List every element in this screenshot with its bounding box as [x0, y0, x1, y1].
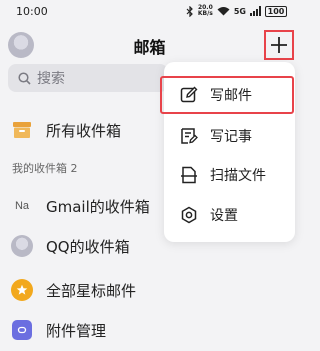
- compose-icon: [180, 86, 198, 103]
- menu-item-compose[interactable]: 写邮件: [160, 76, 294, 114]
- menu-item-label: 写邮件: [210, 88, 252, 104]
- gmail-account-avatar: Na: [14, 200, 30, 212]
- menu-item-label: 设置: [210, 208, 238, 224]
- menu-item-note[interactable]: 写记事: [164, 117, 295, 155]
- add-menu: 写邮件 写记事 扫描文件 设置: [160, 62, 295, 242]
- search-input[interactable]: 搜索: [8, 64, 168, 92]
- gear-icon: [181, 206, 197, 224]
- list-item-starred[interactable]: 全部星标邮件: [0, 272, 299, 308]
- qq-account-avatar: [10, 234, 34, 258]
- list-item-label: 所有收件箱: [46, 121, 122, 140]
- bluetooth-icon: [186, 5, 193, 17]
- scan-file-icon: [181, 166, 197, 184]
- plus-icon: [271, 37, 287, 53]
- menu-item-label: 扫描文件: [210, 168, 266, 184]
- attachment-icon: [10, 318, 34, 342]
- note-icon: [181, 128, 198, 144]
- star-icon: [10, 278, 34, 302]
- list-item-label: 全部星标邮件: [46, 281, 137, 300]
- status-icons: 20.0 KB/s 5G 100: [186, 5, 287, 17]
- page-title: 邮箱: [133, 38, 166, 57]
- wifi-icon: [217, 7, 230, 16]
- search-placeholder: 搜索: [37, 71, 65, 87]
- add-button[interactable]: [264, 30, 294, 60]
- menu-item-settings[interactable]: 设置: [164, 196, 295, 234]
- menu-item-label: 写记事: [210, 129, 252, 145]
- inbox-icon: [10, 118, 34, 142]
- signal-icon: [250, 6, 261, 16]
- list-item-label: 附件管理: [46, 321, 107, 340]
- signal-label: 5G: [233, 6, 246, 16]
- status-bar: 10:00 20.0 KB/s 5G 100: [0, 0, 299, 22]
- list-item-attachments[interactable]: 附件管理: [0, 312, 299, 348]
- net-speed: 20.0 KB/s: [197, 4, 213, 17]
- list-item-label: QQ的收件箱: [46, 237, 130, 256]
- list-item-label: Gmail的收件箱: [46, 197, 150, 216]
- battery-icon: 100: [265, 5, 287, 17]
- search-icon: [18, 71, 31, 85]
- section-label: 我的收件箱 2: [12, 162, 78, 175]
- header: 邮箱: [0, 28, 299, 62]
- menu-item-scan-file[interactable]: 扫描文件: [164, 156, 295, 194]
- status-time: 10:00: [16, 4, 48, 18]
